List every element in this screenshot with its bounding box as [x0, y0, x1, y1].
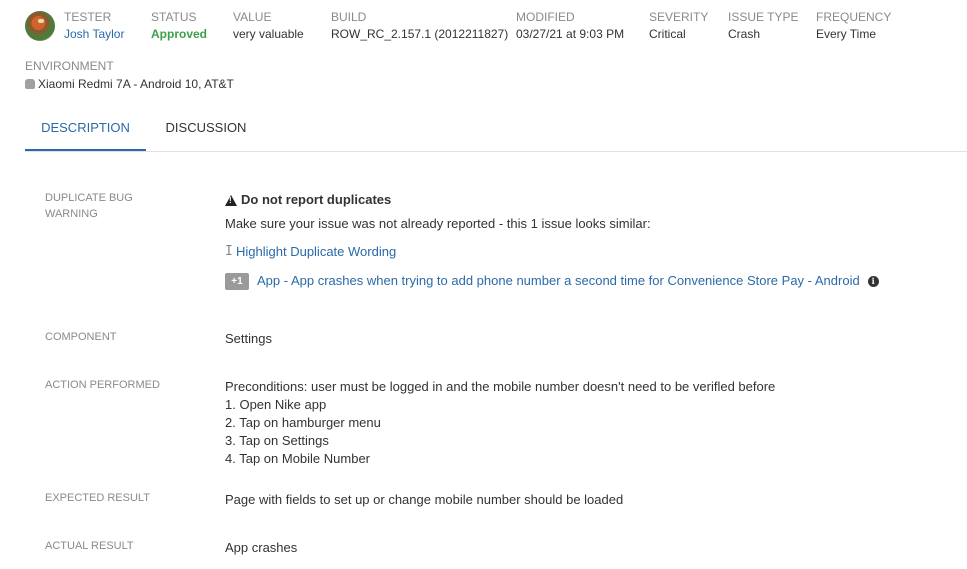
meta-issue-type: ISSUE TYPE Crash [728, 10, 798, 42]
plus-one-button[interactable]: +1 [225, 272, 249, 290]
warning-icon [225, 194, 237, 206]
info-icon[interactable]: i [867, 275, 879, 287]
actual-result-label: ACTUAL RESULT [45, 540, 134, 552]
duplicate-warning-label: DUPLICATE BUG WARNING [45, 192, 133, 220]
text-cursor-icon: I [225, 244, 233, 259]
environment: ENVIRONMENT Xiaomi Redmi 7A - Android 10… [25, 59, 234, 91]
meta-severity: SEVERITY Critical [649, 10, 708, 42]
meta-frequency: FREQUENCY Every Time [816, 10, 891, 42]
frequency-text: Every Time [816, 27, 877, 41]
tab-description[interactable]: DESCRIPTION [25, 111, 146, 151]
meta-modified: MODIFIED 03/27/21 at 9:03 PM [516, 10, 624, 42]
action-line: 3. Tap on Settings [225, 433, 329, 448]
component-label: COMPONENT [45, 331, 117, 343]
action-performed-label: ACTION PERFORMED [45, 379, 160, 391]
environment-value: Xiaomi Redmi 7A - Android 10, AT&T [25, 77, 234, 91]
tab-bar: DESCRIPTION DISCUSSION [25, 111, 967, 152]
meta-label: SEVERITY [649, 10, 709, 24]
meta-status: STATUS Approved [151, 10, 207, 42]
tab-discussion[interactable]: DISCUSSION [146, 111, 266, 149]
action-performed: Preconditions: user must be logged in an… [225, 378, 775, 468]
android-icon [25, 79, 35, 89]
similar-issue-link[interactable]: App - App crashes when trying to add pho… [257, 272, 860, 290]
meta-label: VALUE [233, 10, 272, 24]
component-value: Settings [225, 331, 272, 346]
issue-type-text: Crash [728, 27, 761, 41]
meta-label: BUILD [331, 10, 367, 24]
status-badge: Approved [151, 27, 208, 41]
expected-result-value: Page with fields to set up or change mob… [225, 492, 624, 507]
meta-label: TESTER [64, 10, 112, 24]
meta-build: BUILD ROW_RC_2.157.1 (2012211827) [331, 10, 508, 42]
duplicate-warning-title: Do not report duplicates [225, 191, 879, 209]
duplicate-warning: Do not report duplicates Make sure your … [225, 191, 879, 290]
similar-issue-row: +1 App - App crashes when trying to add … [225, 272, 879, 290]
severity-text: Critical [649, 27, 686, 41]
modified-text: 03/27/21 at 9:03 PM [516, 27, 625, 41]
meta-label: STATUS [151, 10, 197, 24]
meta-tester: TESTER Josh Taylor [64, 10, 124, 42]
environment-text: Xiaomi Redmi 7A - Android 10, AT&T [38, 77, 234, 91]
duplicate-warning-message: Make sure your issue was not already rep… [225, 216, 651, 231]
highlight-duplicate-row: I Highlight Duplicate Wording [225, 243, 879, 261]
action-line: 1. Open Nike app [225, 397, 327, 412]
action-line: 4. Tap on Mobile Number [225, 451, 371, 466]
tester-avatar[interactable] [25, 11, 55, 41]
issue-meta-bar: TESTER Josh Taylor STATUS Approved VALUE… [0, 0, 967, 60]
value-text: very valuable [233, 27, 304, 41]
meta-label: FREQUENCY [816, 10, 892, 24]
meta-label: ISSUE TYPE [728, 10, 799, 24]
action-line: 2. Tap on hamburger menu [225, 415, 381, 430]
expected-result-label: EXPECTED RESULT [45, 492, 150, 504]
actual-result-value: App crashes [225, 540, 298, 555]
environment-label: ENVIRONMENT [25, 59, 114, 73]
action-line: Preconditions: user must be logged in an… [225, 379, 776, 394]
highlight-duplicate-link[interactable]: Highlight Duplicate Wording [236, 243, 396, 261]
build-text: ROW_RC_2.157.1 (2012211827) [331, 27, 509, 41]
tester-name-link[interactable]: Josh Taylor [64, 27, 124, 42]
meta-value: VALUE very valuable [233, 10, 304, 42]
meta-label: MODIFIED [516, 10, 575, 24]
duplicate-warning-title-text: Do not report duplicates [241, 192, 392, 207]
